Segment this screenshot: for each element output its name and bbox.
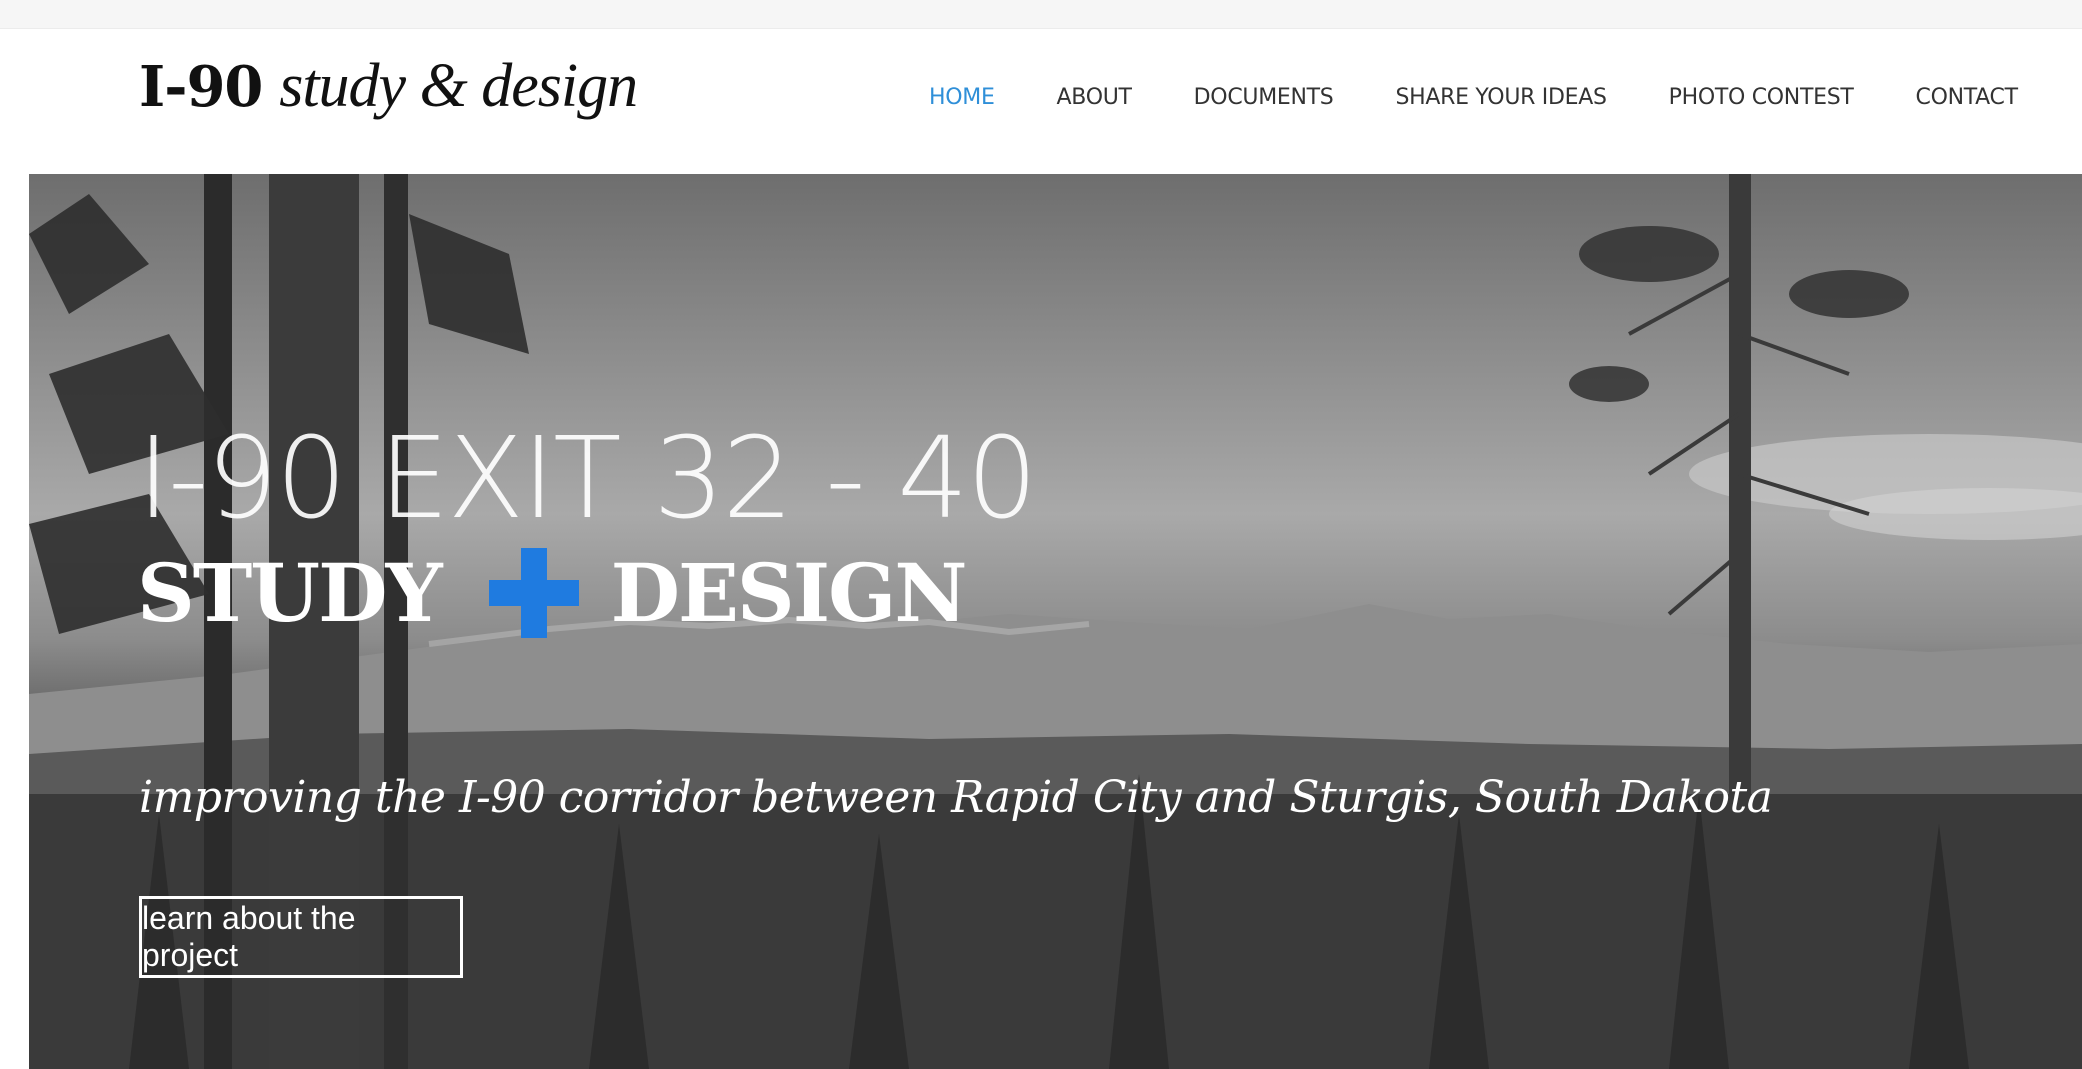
- hero-subtitle-design: DESIGN: [610, 546, 968, 640]
- browser-top-strip: [0, 0, 2082, 29]
- hero-subtitle-study: STUDY: [137, 546, 443, 640]
- logo-bold-text: I-90: [139, 54, 263, 120]
- hero-tagline: improving the I-90 corridor between Rapi…: [139, 772, 1773, 823]
- main-nav: HOME ABOUT DOCUMENTS SHARE YOUR IDEAS PH…: [929, 85, 2080, 110]
- logo-italic-text: study & design: [279, 52, 638, 120]
- nav-item-contact[interactable]: CONTACT: [1916, 85, 2019, 110]
- hero-subtitle: STUDY DESIGN: [137, 546, 968, 640]
- page: I-90 study & design HOME ABOUT DOCUMENTS…: [0, 0, 2082, 1069]
- plus-icon: [488, 548, 579, 638]
- nav-item-home[interactable]: HOME: [929, 85, 995, 110]
- site-logo[interactable]: I-90 study & design: [139, 51, 638, 122]
- site-header: I-90 study & design HOME ABOUT DOCUMENTS…: [29, 29, 2082, 174]
- nav-item-about[interactable]: ABOUT: [1057, 85, 1132, 110]
- hero-title: I-90 EXIT 32 - 40: [137, 414, 1038, 544]
- learn-about-project-button[interactable]: learn about the project: [139, 896, 463, 978]
- nav-item-photo-contest[interactable]: PHOTO CONTEST: [1669, 85, 1854, 110]
- nav-item-documents[interactable]: DOCUMENTS: [1194, 85, 1334, 110]
- nav-item-share-your-ideas[interactable]: SHARE YOUR IDEAS: [1395, 85, 1607, 110]
- hero-banner: I-90 EXIT 32 - 40 STUDY DESIGN improving…: [29, 174, 2082, 1069]
